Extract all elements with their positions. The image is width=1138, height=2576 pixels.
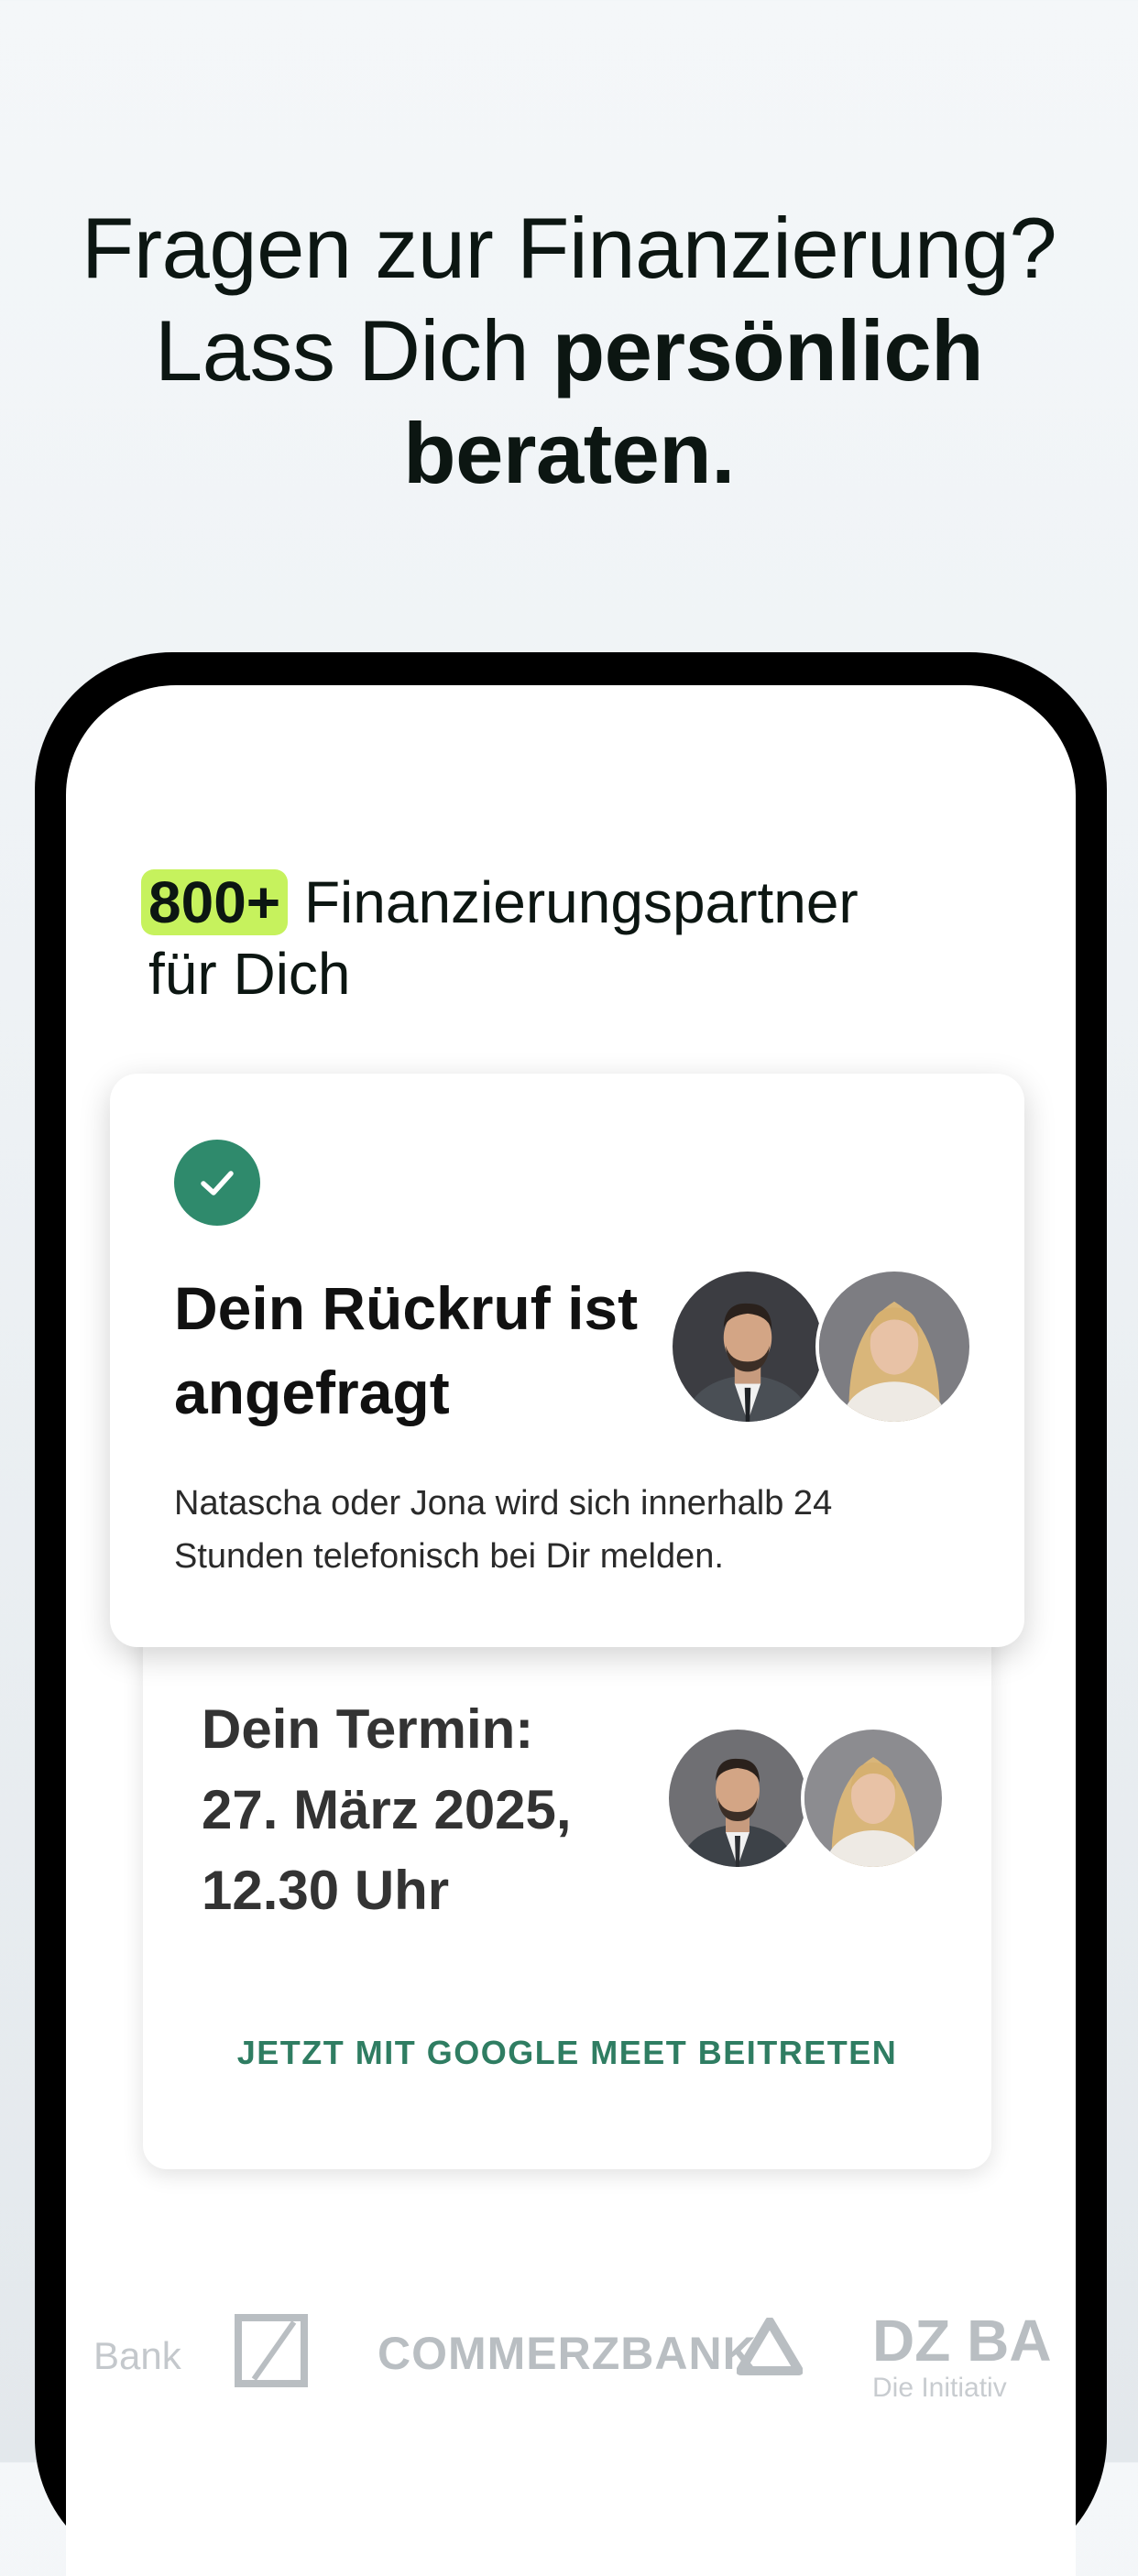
headline-line-2-bold: persönlich [552, 302, 984, 398]
partners-title: 800+ Finanzierungspartner für Dich [141, 867, 1028, 1010]
callback-description: Natascha oder Jona wird sich innerhalb 2… [174, 1484, 833, 1576]
partner-logos: Bank COMMERZBANK DZ BA Die Initiativ [66, 2307, 1076, 2417]
logo-commerzbank: COMMERZBANK [378, 2328, 757, 2379]
advisor-avatar-male [665, 1726, 810, 1871]
callback-title: Dein Rückruf ist angefragt [174, 1274, 639, 1426]
appointment-title-line-1: Dein Termin: [202, 1698, 534, 1760]
appointment-date: 27. März 2025, [202, 1779, 572, 1840]
partners-title-line-2: für Dich [148, 941, 351, 1007]
partners-title-rest: Finanzierungspartner [288, 869, 859, 935]
join-google-meet-button[interactable]: JETZT MIT GOOGLE MEET BEITRETEN [143, 2034, 991, 2072]
headline-line-3-bold: beraten. [403, 405, 735, 501]
headline-line-3: beraten. [0, 402, 1138, 505]
check-icon [174, 1140, 260, 1226]
headline-line-1: Fragen zur Finanzierung? [81, 200, 1057, 296]
callback-card: Dein Rückruf ist angefragt Natascha oder… [110, 1074, 1024, 1647]
headline: Fragen zur Finanzierung? Lass Dich persö… [0, 197, 1138, 505]
logo-bank-partial: Bank [93, 2334, 181, 2377]
advisor-avatars-small [665, 1726, 946, 1871]
advisor-avatar-male [669, 1268, 826, 1425]
phone-screen: 800+ Finanzierungspartner für Dich Dein … [66, 685, 1076, 2576]
partners-count-badge: 800+ [141, 869, 289, 935]
deutsche-bank-logo-icon [235, 2314, 308, 2387]
logo-dz-bank-partial: DZ BA [872, 2308, 1052, 2374]
headline-line-2: Lass Dich persönlich [0, 300, 1138, 402]
headline-line-2-regular: Lass Dich [154, 302, 553, 398]
advisor-avatar-female [815, 1268, 973, 1425]
logo-dz-bank-tagline: Die Initiativ [872, 2373, 1007, 2403]
advisor-avatar-female [801, 1726, 946, 1871]
phone-frame: 800+ Finanzierungspartner für Dich Dein … [35, 652, 1107, 2576]
commerzbank-ribbon-icon [737, 2318, 803, 2375]
advisor-avatars [669, 1268, 973, 1425]
appointment-title: Dein Termin: 27. März 2025, 12.30 Uhr [202, 1689, 678, 1931]
appointment-time: 12.30 Uhr [202, 1860, 450, 1921]
